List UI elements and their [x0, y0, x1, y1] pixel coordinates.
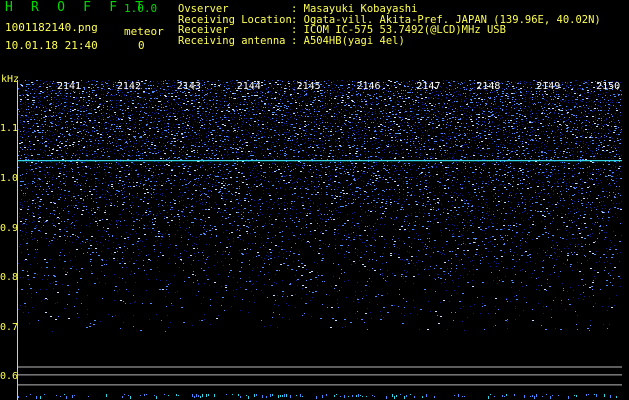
y-tick-label: 1.0: [0, 173, 19, 184]
spectrogram: [18, 80, 622, 399]
x-tick-label: 2147: [416, 81, 441, 92]
y-tick-label: 0.8: [0, 272, 19, 284]
info-value: : Masayuki Kobayashi: [291, 3, 418, 15]
x-tick-label: 2146: [356, 81, 381, 92]
y-tick-label: 0.9: [0, 222, 19, 234]
y-tick-label: 1.1: [0, 123, 19, 135]
file-name: 1001182140.png: [5, 21, 98, 34]
x-tick-label: 2144: [236, 81, 261, 92]
y-tick-label: 0.7: [0, 321, 19, 333]
info-label: Ovserver: [178, 3, 229, 15]
date-time: 10.01.18 21:40: [5, 39, 98, 52]
meteor-label: meteor: [124, 25, 164, 38]
x-tick-label: 2145: [296, 81, 321, 92]
meteor-count: 0: [138, 39, 145, 52]
x-tick-label: 2143: [176, 81, 201, 92]
x-tick-label: 2142: [116, 81, 141, 92]
info-value: : A504HB(yagi 4el): [291, 35, 405, 48]
info-row-antenna: Receiving antenna : A504HB(yagi 4el): [178, 36, 405, 47]
x-tick-label: 2148: [476, 81, 501, 92]
x-tick-label: 2149: [536, 81, 561, 92]
x-tick-label: 2141: [57, 81, 82, 92]
x-tick-label: 2150: [596, 81, 621, 92]
noise-field: [18, 80, 622, 332]
info-label: Receiving antenna: [178, 35, 286, 48]
app-version: 1.0.0: [124, 2, 158, 15]
station-info-panel: Ovserver : Masayuki Kobayashi Receiving …: [178, 4, 601, 47]
reference-lines: [18, 160, 622, 399]
y-tick-label: 0.6: [0, 371, 19, 383]
